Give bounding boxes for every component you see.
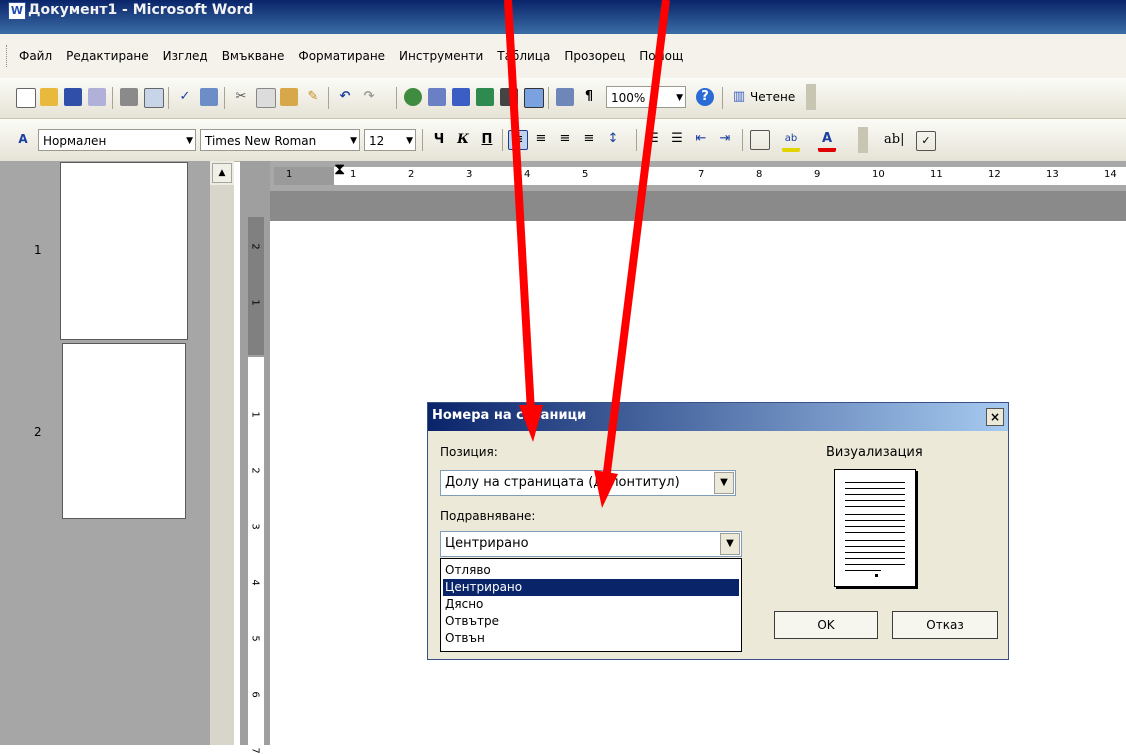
red-arrow-icon [594, 0, 670, 508]
red-arrow-icon [504, 0, 543, 442]
annotation-arrows [504, 0, 670, 508]
ruler-tick-label: 7 [249, 747, 261, 754]
